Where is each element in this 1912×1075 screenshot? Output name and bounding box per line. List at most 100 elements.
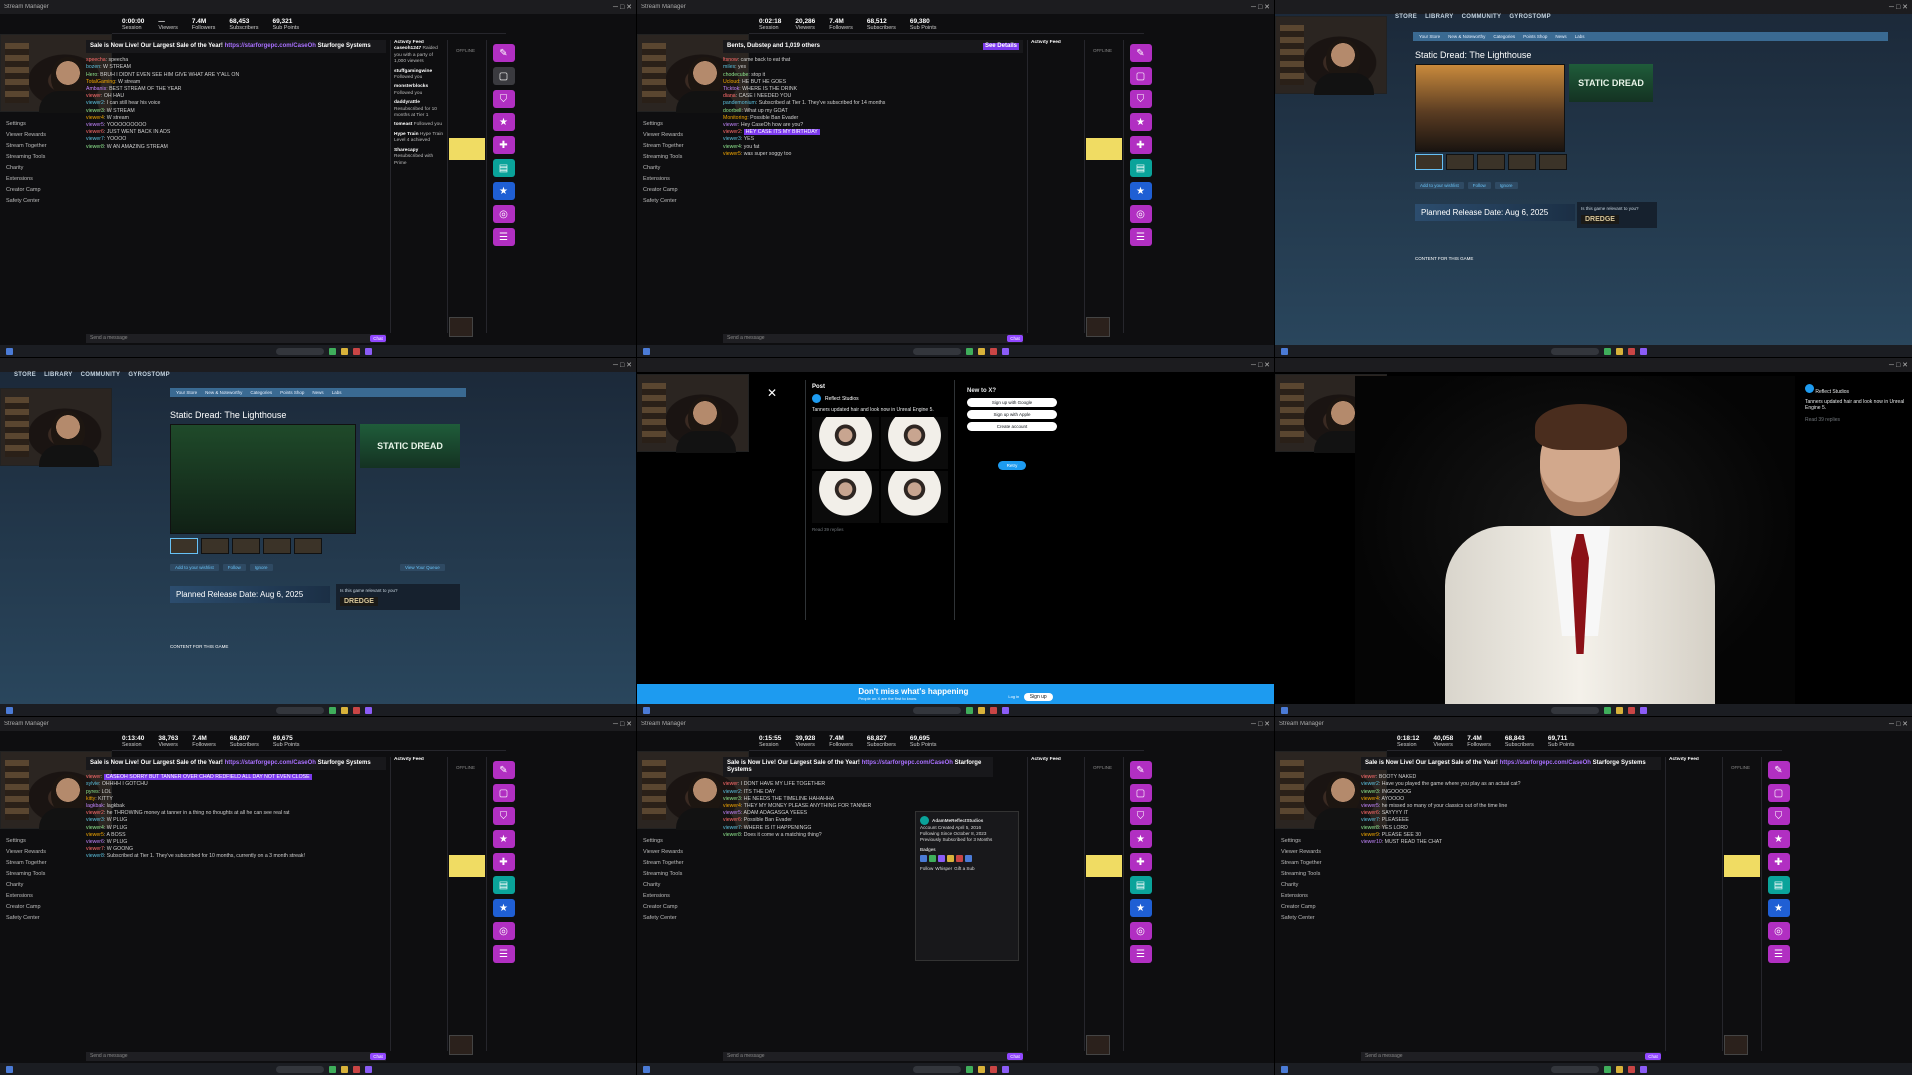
shield-icon[interactable]: ⛉ bbox=[1767, 807, 1790, 825]
ad-icon[interactable]: ▤ bbox=[1767, 876, 1790, 894]
nav-safety-center[interactable]: Safety Center bbox=[1275, 912, 1339, 923]
edit-icon[interactable]: ✎ bbox=[1129, 44, 1152, 62]
star-icon[interactable]: ★ bbox=[1129, 830, 1152, 848]
nav-stream-together[interactable]: Stream Together bbox=[0, 140, 64, 151]
nav-profile[interactable]: GYROSTOMP bbox=[128, 372, 170, 378]
post-image[interactable] bbox=[881, 471, 948, 523]
highlight-icon[interactable]: ★ bbox=[1129, 899, 1152, 917]
raid-icon[interactable]: ◎ bbox=[1767, 922, 1790, 940]
nav-settings[interactable]: Settings bbox=[1275, 835, 1339, 846]
nav-safety-center[interactable]: Safety Center bbox=[637, 195, 701, 206]
highlight-icon[interactable]: ★ bbox=[492, 182, 515, 200]
nav-charity[interactable]: Charity bbox=[637, 879, 701, 890]
thumbnail[interactable] bbox=[232, 538, 260, 554]
nav-extensions[interactable]: Extensions bbox=[637, 890, 701, 901]
nav-store[interactable]: STORE bbox=[1395, 14, 1417, 20]
clip-icon[interactable]: ▢ bbox=[1767, 784, 1790, 802]
app-icon[interactable] bbox=[352, 347, 360, 355]
window-controls[interactable]: ─ □ ✕ bbox=[1889, 361, 1908, 369]
nav-charity[interactable]: Charity bbox=[1275, 879, 1339, 890]
window-controls[interactable]: ─ □ ✕ bbox=[1251, 3, 1270, 11]
follow-button[interactable]: Follow bbox=[920, 866, 933, 872]
nav-charity[interactable]: Charity bbox=[0, 879, 64, 890]
add-user-icon[interactable]: ✚ bbox=[492, 853, 515, 871]
ignore-button[interactable]: Ignore bbox=[1494, 182, 1518, 189]
taskbar-search[interactable] bbox=[275, 1065, 324, 1073]
shield-icon[interactable]: ⛉ bbox=[492, 807, 515, 825]
pinned-link[interactable]: https://starforgepc.com/CaseOh bbox=[225, 43, 316, 49]
follow-button[interactable]: Follow bbox=[222, 564, 246, 571]
subnav-categories[interactable]: Categories bbox=[1493, 34, 1515, 39]
thumbnail[interactable] bbox=[294, 538, 322, 554]
nav-viewer-rewards[interactable]: Viewer Rewards bbox=[637, 129, 701, 140]
ad-icon[interactable]: ▤ bbox=[492, 876, 515, 894]
nav-store[interactable]: STORE bbox=[14, 372, 36, 378]
nav-extensions[interactable]: Extensions bbox=[0, 890, 64, 901]
taskbar-search[interactable] bbox=[275, 706, 324, 714]
window-controls[interactable]: ─ □ ✕ bbox=[1889, 720, 1908, 728]
wishlist-button[interactable]: Add to your wishlist bbox=[170, 564, 219, 571]
list-icon[interactable]: ☰ bbox=[1767, 945, 1790, 963]
taskbar-search[interactable] bbox=[1551, 706, 1599, 714]
clip-icon[interactable]: ▢ bbox=[492, 67, 515, 85]
pinned-link[interactable]: https://starforgepc.com/CaseOh bbox=[1500, 760, 1591, 766]
taskbar-search[interactable] bbox=[913, 1065, 961, 1073]
game-screenshot[interactable] bbox=[170, 424, 356, 534]
chat-input[interactable]: Send a message bbox=[86, 334, 386, 343]
app-icon[interactable] bbox=[1628, 1065, 1635, 1073]
nav-community[interactable]: COMMUNITY bbox=[1462, 14, 1502, 20]
window-controls[interactable]: ─ □ ✕ bbox=[613, 720, 632, 728]
nav-streaming-tools[interactable]: Streaming Tools bbox=[637, 151, 701, 162]
avatar[interactable] bbox=[812, 394, 821, 403]
nav-viewer-rewards[interactable]: Viewer Rewards bbox=[0, 846, 64, 857]
nav-streaming-tools[interactable]: Streaming Tools bbox=[0, 868, 64, 879]
raid-icon[interactable]: ◎ bbox=[1129, 205, 1152, 223]
nav-settings[interactable]: Settings bbox=[637, 835, 701, 846]
app-icon[interactable] bbox=[352, 706, 360, 714]
chat-send-button[interactable]: Chat bbox=[370, 1053, 386, 1060]
nav-charity[interactable]: Charity bbox=[637, 162, 701, 173]
add-user-icon[interactable]: ✚ bbox=[1767, 853, 1790, 871]
app-icon[interactable] bbox=[1604, 706, 1611, 714]
highlight-icon[interactable]: ★ bbox=[1129, 182, 1152, 200]
thumbnail[interactable] bbox=[201, 538, 229, 554]
nav-viewer-rewards[interactable]: Viewer Rewards bbox=[1275, 846, 1339, 857]
follow-button[interactable]: Follow bbox=[1467, 182, 1491, 189]
start-icon[interactable] bbox=[1281, 347, 1288, 355]
nav-settings[interactable]: Settings bbox=[637, 118, 701, 129]
nav-creator-camp[interactable]: Creator Camp bbox=[1275, 901, 1339, 912]
subnav-news[interactable]: News bbox=[312, 390, 323, 395]
folder-icon[interactable] bbox=[340, 347, 348, 355]
taskbar-search[interactable] bbox=[1551, 347, 1599, 355]
thumbnail[interactable] bbox=[1508, 154, 1536, 170]
shield-icon[interactable]: ⛉ bbox=[1129, 90, 1152, 108]
signup-button[interactable]: Sign up bbox=[1023, 693, 1053, 701]
subnav-categories[interactable]: Categories bbox=[250, 390, 272, 395]
nav-creator-camp[interactable]: Creator Camp bbox=[637, 184, 701, 195]
view-queue-button[interactable]: View Your Queue bbox=[400, 564, 445, 571]
ad-icon[interactable]: ▤ bbox=[492, 159, 515, 177]
app-icon[interactable] bbox=[1628, 706, 1635, 714]
post-image[interactable] bbox=[812, 417, 879, 469]
thumbnail[interactable] bbox=[263, 538, 291, 554]
twitch-icon[interactable] bbox=[1640, 706, 1647, 714]
close-icon[interactable]: ✕ bbox=[767, 386, 777, 400]
start-icon[interactable] bbox=[6, 706, 13, 714]
post-image[interactable] bbox=[812, 471, 879, 523]
app-icon[interactable] bbox=[966, 1065, 973, 1073]
post-image[interactable] bbox=[881, 417, 948, 469]
app-icon[interactable] bbox=[990, 347, 997, 355]
taskbar-search[interactable] bbox=[275, 347, 324, 355]
star-icon[interactable]: ★ bbox=[492, 830, 515, 848]
badge-icon[interactable] bbox=[938, 855, 945, 862]
nav-extensions[interactable]: Extensions bbox=[0, 173, 64, 184]
nav-charity[interactable]: Charity bbox=[0, 162, 64, 173]
chat-input[interactable]: Send a message bbox=[723, 334, 1023, 343]
raid-icon[interactable]: ◎ bbox=[492, 205, 515, 223]
highlight-icon[interactable]: ★ bbox=[492, 899, 515, 917]
subnav-points[interactable]: Points Shop bbox=[1523, 34, 1547, 39]
folder-icon[interactable] bbox=[340, 706, 348, 714]
ad-icon[interactable]: ▤ bbox=[1129, 159, 1152, 177]
window-controls[interactable]: ─ □ ✕ bbox=[1889, 3, 1908, 11]
nav-stream-together[interactable]: Stream Together bbox=[637, 857, 701, 868]
